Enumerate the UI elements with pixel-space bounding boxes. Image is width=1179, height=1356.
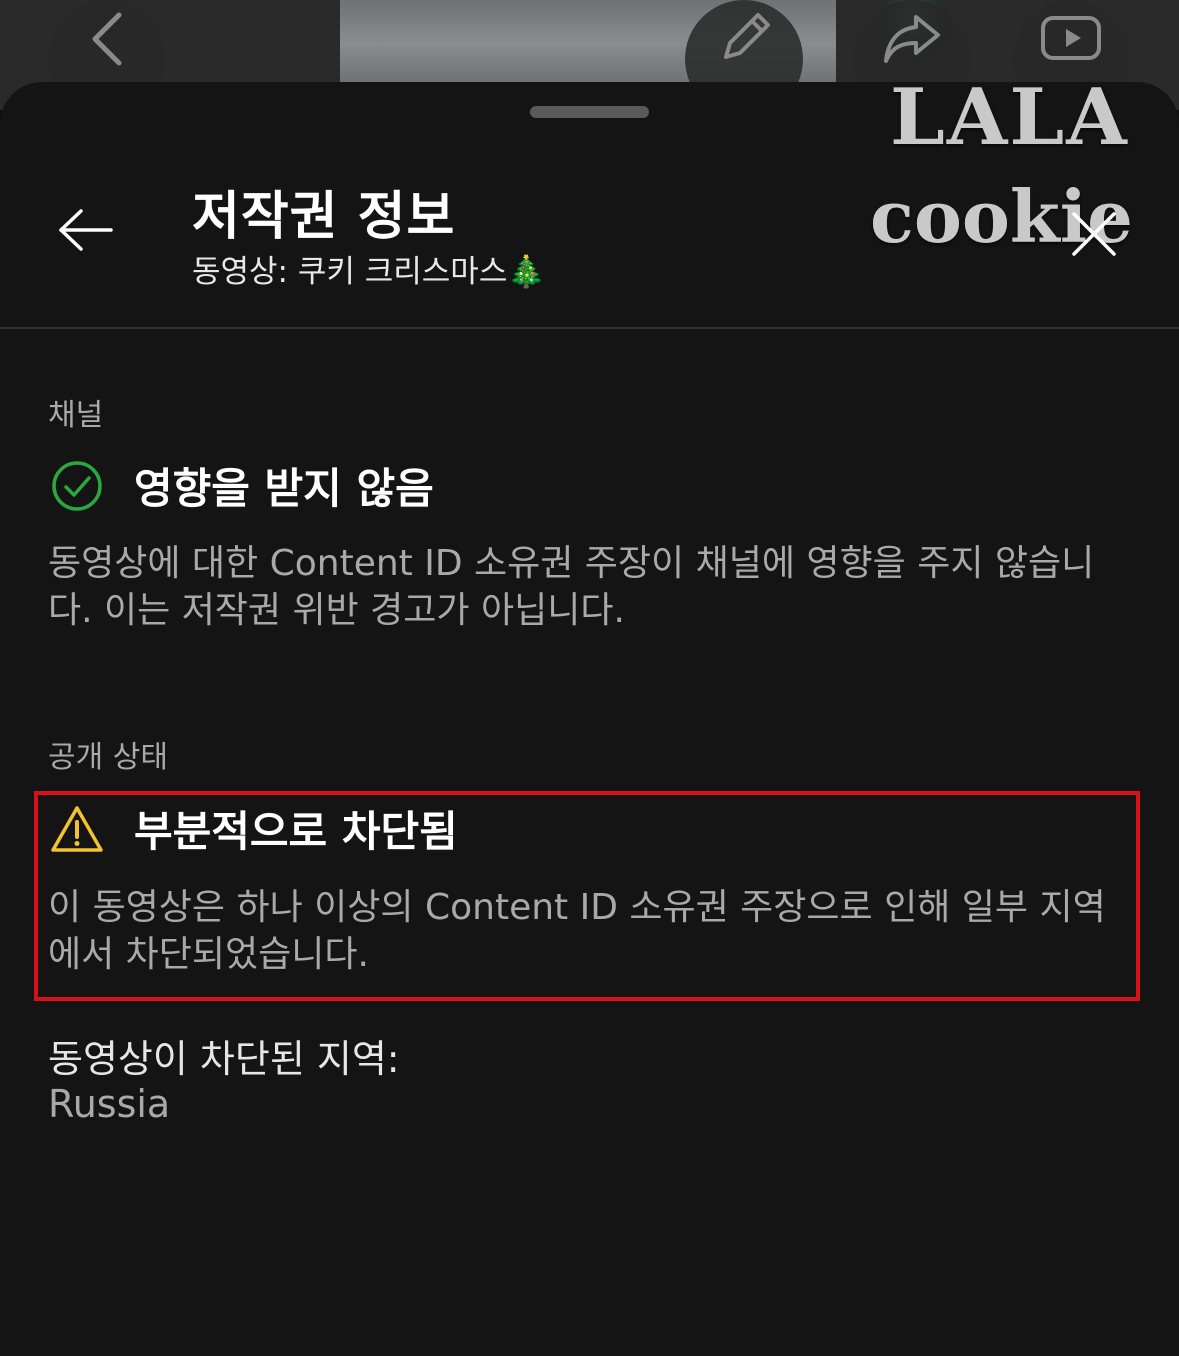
visibility-status-text: 부분적으로 차단됨 bbox=[134, 807, 458, 856]
close-button[interactable] bbox=[1058, 200, 1130, 272]
warning-icon bbox=[48, 800, 106, 858]
channel-description: 동영상에 대한 Content ID 소유권 주장이 채널에 영향을 주지 않습… bbox=[48, 543, 1095, 631]
visibility-status: 부분적으로 차단됨 bbox=[48, 798, 458, 859]
visibility-label: 공개 상태 bbox=[48, 740, 168, 775]
watermark-text: LALA bbox=[890, 72, 1129, 163]
back-button[interactable] bbox=[46, 192, 126, 272]
channel-label: 채널 bbox=[48, 398, 104, 433]
page-title: 저작권 정보 bbox=[192, 187, 456, 247]
arrow-left-icon bbox=[57, 208, 115, 256]
close-icon bbox=[1070, 210, 1118, 262]
video-subtitle: 동영상: 쿠키 크리스마스🎄 bbox=[192, 254, 546, 290]
check-circle-icon bbox=[48, 457, 106, 515]
visibility-description: 이 동영상은 하나 이상의 Content ID 소유권 주장으로 인해 일부 … bbox=[48, 887, 1106, 975]
channel-status-text: 영향을 받지 않음 bbox=[134, 464, 434, 513]
blocked-regions-value: Russia bbox=[48, 1082, 171, 1126]
header-divider bbox=[0, 327, 1179, 329]
drag-handle[interactable] bbox=[530, 106, 649, 118]
channel-status: 영향을 받지 않음 bbox=[48, 455, 434, 516]
blocked-regions-label: 동영상이 차단된 지역: bbox=[48, 1037, 400, 1081]
copyright-info-sheet: LALA cookie 저작권 정보 동영상: 쿠키 크리스마스🎄 채널 영향을… bbox=[0, 72, 1179, 1356]
